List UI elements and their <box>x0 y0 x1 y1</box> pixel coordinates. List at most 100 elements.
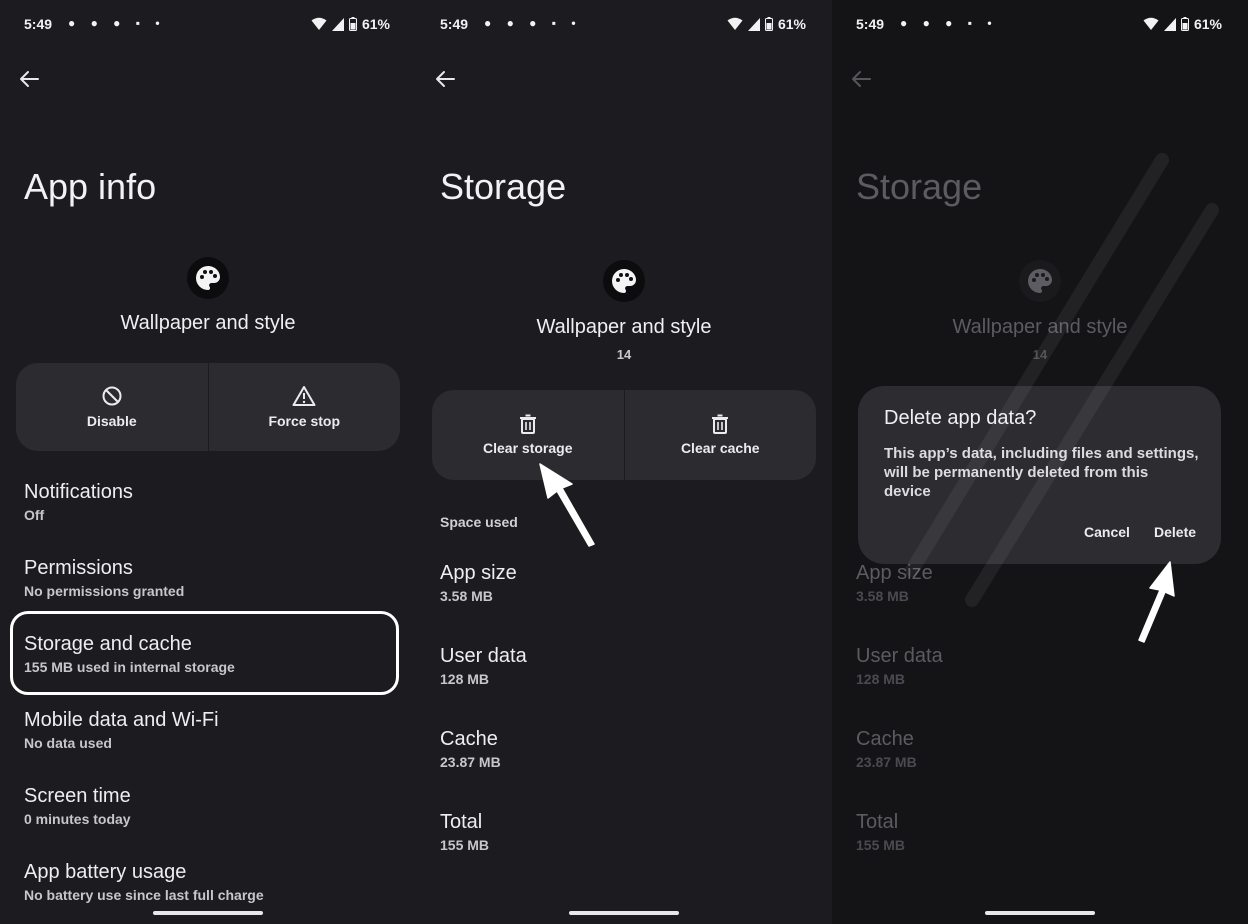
pointer-arrow-icon <box>1138 561 1175 643</box>
row-title: App size <box>440 562 517 584</box>
mobile-data-item[interactable]: Mobile data and Wi-Fi No data used <box>24 709 394 751</box>
app-info-screen: 5:49 ● ● ● ▪ • 61% App info Wallpaper an… <box>0 0 416 924</box>
cache-row: Cache 23.87 MB <box>440 728 810 770</box>
row-value: 23.87 MB <box>856 754 917 770</box>
gesture-nav-bar[interactable] <box>569 911 679 915</box>
notifications-item[interactable]: Notifications Off <box>24 481 394 523</box>
storage-screen: 5:49 ● ● ● ▪ • 61% Storage Wallpaper and… <box>416 0 832 924</box>
app-size-row: App size 3.58 MB <box>440 562 810 604</box>
item-title: Permissions <box>24 557 133 579</box>
screen-time-item[interactable]: Screen time 0 minutes today <box>24 785 394 827</box>
status-time: 5:49 <box>440 16 469 32</box>
clear-cache-label: Clear cache <box>680 440 760 456</box>
item-subtitle: 0 minutes today <box>24 811 131 827</box>
app-name: Wallpaper and style <box>952 316 1128 338</box>
item-subtitle: Off <box>24 507 45 523</box>
row-value: 155 MB <box>856 837 906 853</box>
delete-app-data-dialog: Delete app data? This app’s data, includ… <box>858 386 1221 564</box>
item-subtitle: No battery use since last full charge <box>24 887 264 903</box>
clear-storage-label: Clear storage <box>483 440 573 456</box>
row-title: User data <box>856 645 943 667</box>
battery-usage-item[interactable]: App battery usage No battery use since l… <box>24 861 394 903</box>
trash-icon <box>519 414 536 434</box>
force-stop-button[interactable]: Force stop <box>209 363 401 451</box>
permissions-item[interactable]: Permissions No permissions granted <box>24 557 394 599</box>
app-name: Wallpaper and style <box>536 316 712 338</box>
palette-icon <box>1019 260 1061 302</box>
battery-percent: 61% <box>777 16 806 32</box>
row-title: User data <box>440 645 527 667</box>
dialog-message: This app’s data, including files and set… <box>884 445 1199 500</box>
wifi-icon <box>727 17 743 30</box>
item-title: Mobile data and Wi-Fi <box>24 709 219 731</box>
item-subtitle: No permissions granted <box>24 583 185 599</box>
user-data-row: User data 128 MB <box>856 645 1226 687</box>
page-title: Storage <box>856 166 983 207</box>
row-value: 3.58 MB <box>440 588 493 604</box>
item-title: App battery usage <box>24 861 187 883</box>
battery-percent: 61% <box>361 16 390 32</box>
app-name: Wallpaper and style <box>120 312 296 334</box>
gesture-nav-bar[interactable] <box>153 911 263 915</box>
cancel-button[interactable]: Cancel <box>1084 524 1130 540</box>
row-title: Total <box>440 811 483 833</box>
notification-icons: ● ● ● ▪ • <box>68 16 166 30</box>
gesture-nav-bar[interactable] <box>985 911 1095 915</box>
signal-icon <box>331 17 344 31</box>
row-title: Total <box>856 811 899 833</box>
palette-icon <box>187 257 229 299</box>
notification-icons: ● ● ● ▪ • <box>484 16 582 30</box>
back-arrow-icon[interactable] <box>18 68 40 90</box>
clear-cache-button[interactable]: Clear cache <box>625 390 817 480</box>
total-row: Total 155 MB <box>856 811 1226 853</box>
status-bar: 5:49 ● ● ● ▪ • 61% <box>856 14 1222 36</box>
delete-dialog-screen: 5:49 ● ● ● ▪ • 61% Storage Wallpaper and… <box>832 0 1248 924</box>
row-value: 23.87 MB <box>440 754 501 770</box>
total-row: Total 155 MB <box>440 811 810 853</box>
wifi-icon <box>311 17 327 30</box>
page-title: App info <box>24 166 157 207</box>
row-value: 128 MB <box>440 671 490 687</box>
signal-icon <box>747 17 760 31</box>
disable-label: Disable <box>86 413 137 429</box>
back-arrow-icon[interactable] <box>434 68 456 90</box>
pointer-arrow-icon <box>539 463 595 547</box>
battery-icon <box>348 17 357 31</box>
delete-button[interactable]: Delete <box>1154 524 1196 540</box>
battery-percent: 61% <box>1193 16 1222 32</box>
status-bar: 5:49 ● ● ● ▪ • 61% <box>440 14 806 36</box>
status-right: 61% <box>311 16 390 32</box>
warning-icon <box>292 386 316 406</box>
cache-row: Cache 23.87 MB <box>856 728 1226 770</box>
status-time: 5:49 <box>856 16 885 32</box>
page-title: Storage <box>440 166 567 207</box>
action-button-bar: Clear storage Clear cache <box>432 390 816 480</box>
signal-icon <box>1163 17 1176 31</box>
item-title: Screen time <box>24 785 131 807</box>
dialog-title: Delete app data? <box>884 407 1037 429</box>
force-stop-label: Force stop <box>268 413 341 429</box>
row-title: Cache <box>440 728 498 750</box>
trash-icon <box>712 414 729 434</box>
row-title: Cache <box>856 728 914 750</box>
app-version: 14 <box>1032 347 1048 362</box>
status-bar: 5:49 ● ● ● ▪ • 61% <box>24 14 390 36</box>
item-title: Notifications <box>24 481 133 503</box>
disable-button[interactable]: Disable <box>16 363 208 451</box>
disable-icon <box>102 386 122 406</box>
item-subtitle: No data used <box>24 735 112 751</box>
row-value: 128 MB <box>856 671 906 687</box>
app-version: 14 <box>616 347 632 362</box>
notification-icons: ● ● ● ▪ • <box>900 16 998 30</box>
back-arrow-icon <box>852 71 871 87</box>
highlight-box <box>10 611 399 695</box>
action-button-bar: Disable Force stop <box>16 363 400 451</box>
space-used-header: Space used <box>440 514 518 530</box>
wifi-icon <box>1143 17 1159 30</box>
status-right: 61% <box>727 16 806 32</box>
battery-icon <box>764 17 773 31</box>
battery-icon <box>1180 17 1189 31</box>
user-data-row: User data 128 MB <box>440 645 810 687</box>
row-value: 155 MB <box>440 837 490 853</box>
status-time: 5:49 <box>24 16 53 32</box>
